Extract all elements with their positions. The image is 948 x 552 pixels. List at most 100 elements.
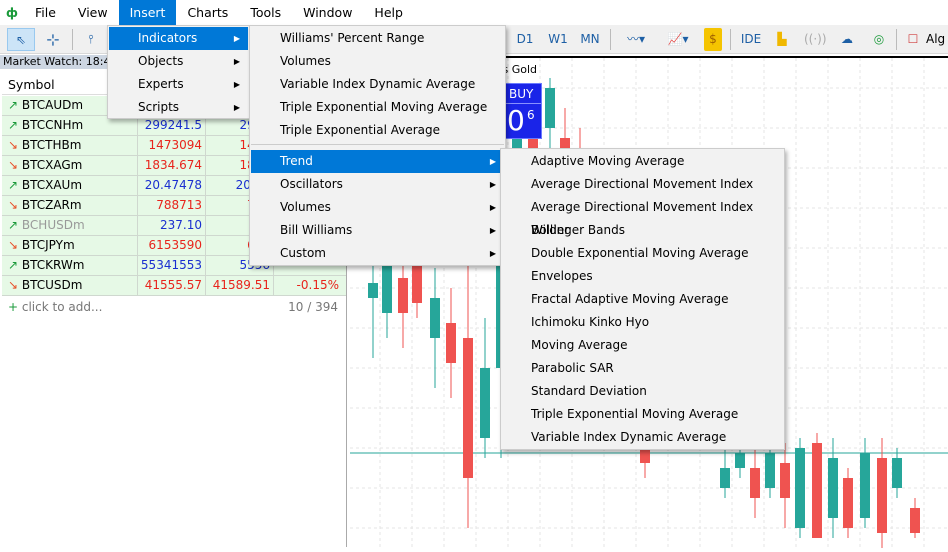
menu-item-adaptive-moving-average[interactable]: Adaptive Moving Average <box>502 150 783 173</box>
menu-view[interactable]: View <box>67 0 119 25</box>
menu-item-indicators[interactable]: Indicators ▶ <box>109 27 248 50</box>
menu-insert[interactable]: Insert <box>118 0 177 25</box>
menu-item-williams-percent-range[interactable]: Williams' Percent Range <box>251 27 504 50</box>
submenu-arrow-icon: ▶ <box>233 80 240 89</box>
vps-cloud-icon[interactable]: ☁ <box>836 28 858 51</box>
candle-body <box>765 453 775 488</box>
menu-item-bollinger-bands[interactable]: Bollinger Bands <box>502 219 783 242</box>
signals-icon[interactable]: ((·)) <box>804 28 827 51</box>
menu-item-moving-average[interactable]: Moving Average <box>502 334 783 357</box>
menu-item-label: Double Exponential Moving Average <box>531 246 749 260</box>
market-bag-icon[interactable]: ▙ <box>772 28 792 51</box>
menu-item-label: Variable Index Dynamic Average <box>531 430 727 444</box>
candle-body <box>463 338 473 478</box>
arrow-up-icon: ↗ <box>8 98 19 112</box>
algo-trading-button[interactable]: Alg <box>926 28 948 51</box>
menu-item-average-directional-movement-index-wilder[interactable]: Average Directional Movement Index Wilde… <box>502 196 783 237</box>
menu-item-fractal-adaptive-moving-average[interactable]: Fractal Adaptive Moving Average <box>502 288 783 311</box>
add-symbol-row[interactable]: + click to add... 10 / 394 <box>2 297 346 317</box>
menu-item-trend[interactable]: Trend ▶ <box>251 150 504 173</box>
symbol-name: BTCXAGm <box>21 158 83 172</box>
ask-cell: 41589.51 <box>206 276 274 295</box>
buy-price-sup: 6 <box>527 108 535 122</box>
arrow-down-icon: ↘ <box>8 278 19 292</box>
menu-window[interactable]: Window <box>292 0 363 25</box>
candle-body <box>795 448 805 528</box>
change-cell: -0.15% <box>296 278 339 292</box>
menu-item-scripts[interactable]: Scripts ▶ <box>109 96 248 119</box>
menu-item-label: Parabolic SAR <box>531 361 614 375</box>
menu-item-label: Average Directional Movement Index <box>531 177 754 191</box>
indicators-submenu: Williams' Percent Range Volumes Variable I… <box>249 25 506 266</box>
menu-item-variable-index-dynamic-average[interactable]: Variable Index Dynamic Average <box>251 73 504 96</box>
menu-item-objects[interactable]: Objects ▶ <box>109 50 248 73</box>
menu-help[interactable]: Help <box>363 0 414 25</box>
menu-item-volumes[interactable]: Volumes ▶ <box>251 196 504 219</box>
menu-item-label: Trend <box>280 154 313 168</box>
menu-item-bill-williams[interactable]: Bill Williams ▶ <box>251 219 504 242</box>
timeframe-mn[interactable]: MN <box>577 28 603 51</box>
menu-item-parabolic-sar[interactable]: Parabolic SAR <box>502 357 783 380</box>
dollar-icon[interactable]: $ <box>704 28 722 51</box>
menu-item-label: Experts <box>138 77 184 91</box>
target-add-icon[interactable]: ◎ <box>868 28 890 51</box>
table-row[interactable]: ↘ BTCUSDm 41555.57 41589.51 -0.15% <box>2 276 346 296</box>
menu-item-triple-exponential-average[interactable]: Triple Exponential Average <box>251 119 504 142</box>
arrow-down-icon: ↘ <box>8 138 19 152</box>
menu-item-ichimoku-kinko-hyo[interactable]: Ichimoku Kinko Hyo <box>502 311 783 334</box>
symbol-name: BTCKRWm <box>21 258 85 272</box>
timeframe-d1[interactable]: D1 <box>512 28 538 51</box>
algo-checkbox-icon[interactable]: ☐ <box>906 28 920 51</box>
menu-tools[interactable]: Tools <box>239 0 292 25</box>
menu-item-label: Scripts <box>138 100 180 114</box>
menu-item-oscillators[interactable]: Oscillators ▶ <box>251 173 504 196</box>
symbol-cell: ↘ BTCXAGm <box>2 156 138 175</box>
menu-item-label: Bill Williams <box>280 223 353 237</box>
menu-item-experts[interactable]: Experts ▶ <box>109 73 248 96</box>
arrow-up-icon: ↗ <box>8 178 19 192</box>
pointer-icon[interactable]: ⇖ <box>7 28 35 51</box>
ide-button[interactable]: IDE <box>738 28 764 51</box>
menu-item-label: Envelopes <box>531 269 593 283</box>
symbol-cell: ↗ BTCXAUm <box>2 176 138 195</box>
candle-body <box>735 453 745 468</box>
candle-body <box>910 508 920 533</box>
add-symbol-label: click to add... <box>21 300 103 314</box>
menu-item-average-directional-movement-index[interactable]: Average Directional Movement Index <box>502 173 783 196</box>
menu-item-variable-index-dynamic-average[interactable]: Variable Index Dynamic Average <box>502 426 783 449</box>
menu-item-label: Triple Exponential Moving Average <box>531 407 739 421</box>
menu-charts[interactable]: Charts <box>176 0 239 25</box>
buy-price: 0 <box>507 104 525 137</box>
menu-file[interactable]: File <box>24 0 67 25</box>
submenu-arrow-icon: ▶ <box>489 203 496 212</box>
symbol-cell: ↗ BTCKRWm <box>2 256 138 275</box>
menu-item-triple-exponential-moving-average[interactable]: Triple Exponential Moving Average <box>502 403 783 426</box>
menu-item-label: Indicators <box>138 31 198 45</box>
indicators-icon[interactable]: 📈▾ <box>660 28 696 51</box>
menu-item-envelopes[interactable]: Envelopes <box>502 265 783 288</box>
menu-item-label: Adaptive Moving Average <box>531 154 685 168</box>
menu-item-label: Volumes <box>280 54 331 68</box>
candle-body <box>545 88 555 128</box>
arrow-up-icon: ↗ <box>8 118 19 132</box>
arrow-up-icon: ↗ <box>8 258 19 272</box>
candle-body <box>877 458 887 533</box>
symbol-name: BTCJPYm <box>21 238 75 252</box>
line-chart-icon[interactable]: 〰▾ <box>618 28 654 51</box>
timeframe-w1[interactable]: W1 <box>545 28 571 51</box>
menu-item-standard-deviation[interactable]: Standard Deviation <box>502 380 783 403</box>
menu-item-label: Variable Index Dynamic Average <box>280 77 476 91</box>
candle-body <box>720 468 730 488</box>
buy-label: BUY <box>501 84 541 104</box>
candle-body <box>860 453 870 518</box>
symbol-cell: ↘ BTCZARm <box>2 196 138 215</box>
submenu-arrow-icon: ▶ <box>233 103 240 112</box>
crosshair-icon[interactable]: ⊹ <box>40 28 66 51</box>
menu-item-volumes[interactable]: Volumes <box>251 50 504 73</box>
menu-item-double-exponential-moving-average[interactable]: Double Exponential Moving Average <box>502 242 783 265</box>
buy-button[interactable]: BUY 0 6 <box>500 83 542 139</box>
vertical-line-icon[interactable]: ⫯ <box>82 28 100 51</box>
menu-item-triple-exponential-moving-average[interactable]: Triple Exponential Moving Average <box>251 96 504 119</box>
bid-cell: 237.10 <box>138 216 206 235</box>
menu-item-custom[interactable]: Custom ▶ <box>251 242 504 265</box>
